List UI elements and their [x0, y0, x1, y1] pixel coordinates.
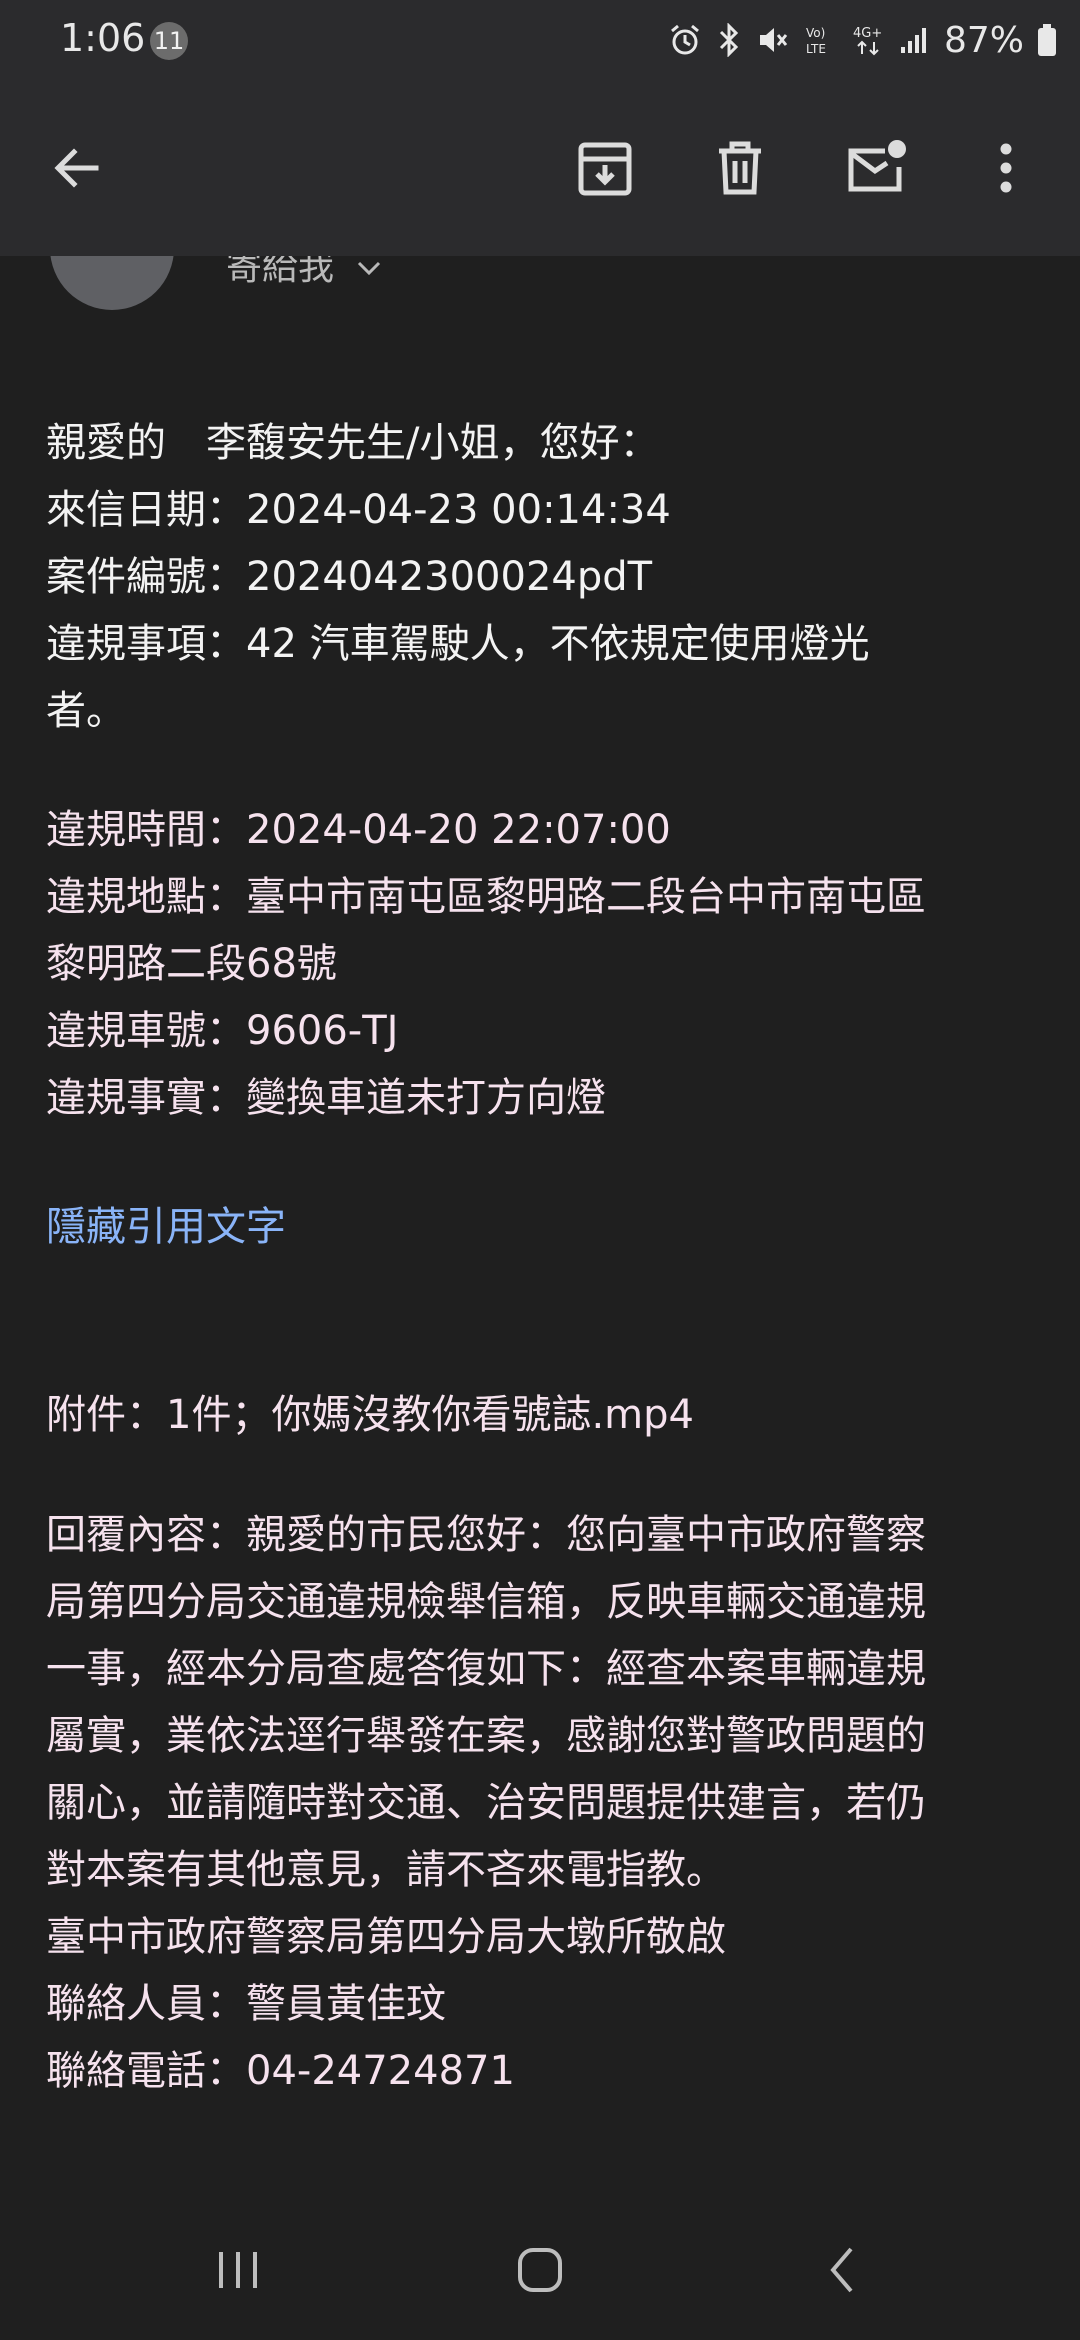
archive-icon [578, 142, 632, 196]
battery-percent: 87% [943, 19, 1024, 61]
chevron-down-icon [357, 261, 381, 276]
mail-unread-icon [848, 140, 906, 192]
date-line: 來信日期：2024-04-23 00:14:34 [46, 487, 671, 533]
trash-icon [719, 141, 761, 195]
greeting-line: 親愛的 李馥安先生/小姐，您好： [46, 420, 660, 466]
signal-icon [900, 25, 930, 55]
violation-item-line-continued: 者。 [46, 688, 126, 734]
archive-button[interactable] [569, 132, 641, 204]
back-button[interactable] [40, 132, 112, 204]
recent-apps-button[interactable] [198, 2230, 278, 2310]
reply-line: 對本案有其他意見，請不吝來電指教。 [46, 1847, 726, 1893]
arrow-back-icon [54, 148, 99, 188]
nav-back-icon [830, 2247, 853, 2293]
email-body-header: 親愛的 李馥安先生/小姐，您好： 來信日期：2024-04-23 00:14:3… [46, 410, 1036, 745]
svg-text:4G+: 4G+ [853, 26, 882, 41]
recipient-details-toggle[interactable]: 寄給我 [226, 256, 382, 298]
notification-count-badge: 11 [150, 22, 188, 60]
recipient-label: 寄給我 [226, 256, 335, 288]
battery-icon [1038, 24, 1056, 56]
delete-button[interactable] [704, 132, 776, 204]
reply-line: 關心，並請隨時對交通、治安問題提供建言，若仍 [46, 1780, 926, 1826]
violation-item-line: 違規事項：42 汽車駕駛人，不依規定使用燈光 [46, 621, 870, 667]
reply-line: 屬實，業依法逕行舉發在案，感謝您對警政問題的 [46, 1713, 926, 1759]
reply-line: 局第四分局交通違規檢舉信箱，反映車輛交通違規 [46, 1579, 926, 1625]
status-bar: 1:06 11 Vo) LTE 4G+ 87% [0, 0, 1080, 80]
reply-line: 回覆內容：親愛的市民您好：您向臺中市政府警察 [46, 1512, 926, 1558]
hide-quoted-text-link[interactable]: 隱藏引用文字 [46, 1194, 1036, 1261]
reply-content: 回覆內容：親愛的市民您好：您向臺中市政府警察 局第四分局交通違規檢舉信箱，反映車… [46, 1502, 1036, 2105]
violation-fact-line: 違規事實：變換車道未打方向燈 [46, 1075, 606, 1121]
contact-person-line: 聯絡人員：警員黃佳玟 [46, 1981, 446, 2027]
contact-phone-line: 聯絡電話：04-24724871 [46, 2048, 515, 2094]
svg-text:LTE: LTE [806, 42, 826, 56]
system-nav-bar [0, 2200, 1080, 2340]
violation-place-line-continued: 黎明路二段68號 [46, 941, 337, 987]
more-vert-icon [1000, 143, 1012, 193]
email-content[interactable]: 寄給我 親愛的 李馥安先生/小姐，您好： 來信日期：2024-04-23 00:… [0, 256, 1080, 2200]
attachment-line: 附件：1件；你媽沒教你看號誌.mp4 [46, 1392, 694, 1438]
email-toolbar [0, 80, 1080, 256]
bluetooth-icon [716, 23, 742, 57]
recent-apps-icon [219, 2252, 257, 2288]
nav-back-button[interactable] [802, 2230, 882, 2310]
home-icon [518, 2248, 562, 2292]
signature-line: 臺中市政府警察局第四分局大墩所敬啟 [46, 1914, 726, 1960]
4g-plus-icon: 4G+ [852, 23, 886, 57]
reply-line: 一事，經本分局查處答復如下：經查本案車輛違規 [46, 1646, 926, 1692]
status-time: 1:06 [60, 16, 146, 60]
status-icons: Vo) LTE 4G+ 87% [668, 16, 1056, 64]
volte-icon: Vo) LTE [804, 23, 838, 57]
svg-text:Vo): Vo) [806, 26, 825, 40]
plate-number-line: 違規車號：9606-TJ [46, 1008, 399, 1054]
alarm-icon [668, 23, 702, 57]
violation-place-line: 違規地點：臺中市南屯區黎明路二段台中市南屯區 [46, 874, 926, 920]
sender-avatar [50, 256, 174, 310]
case-number-line: 案件編號：2024042300024pdT [46, 554, 653, 600]
home-button[interactable] [500, 2230, 580, 2310]
more-options-button[interactable] [970, 132, 1042, 204]
mark-unread-button[interactable] [840, 132, 912, 204]
mute-icon [756, 23, 790, 57]
violation-details: 違規時間：2024-04-20 22:07:00 違規地點：臺中市南屯區黎明路二… [46, 797, 1036, 1132]
violation-time-line: 違規時間：2024-04-20 22:07:00 [46, 807, 671, 853]
